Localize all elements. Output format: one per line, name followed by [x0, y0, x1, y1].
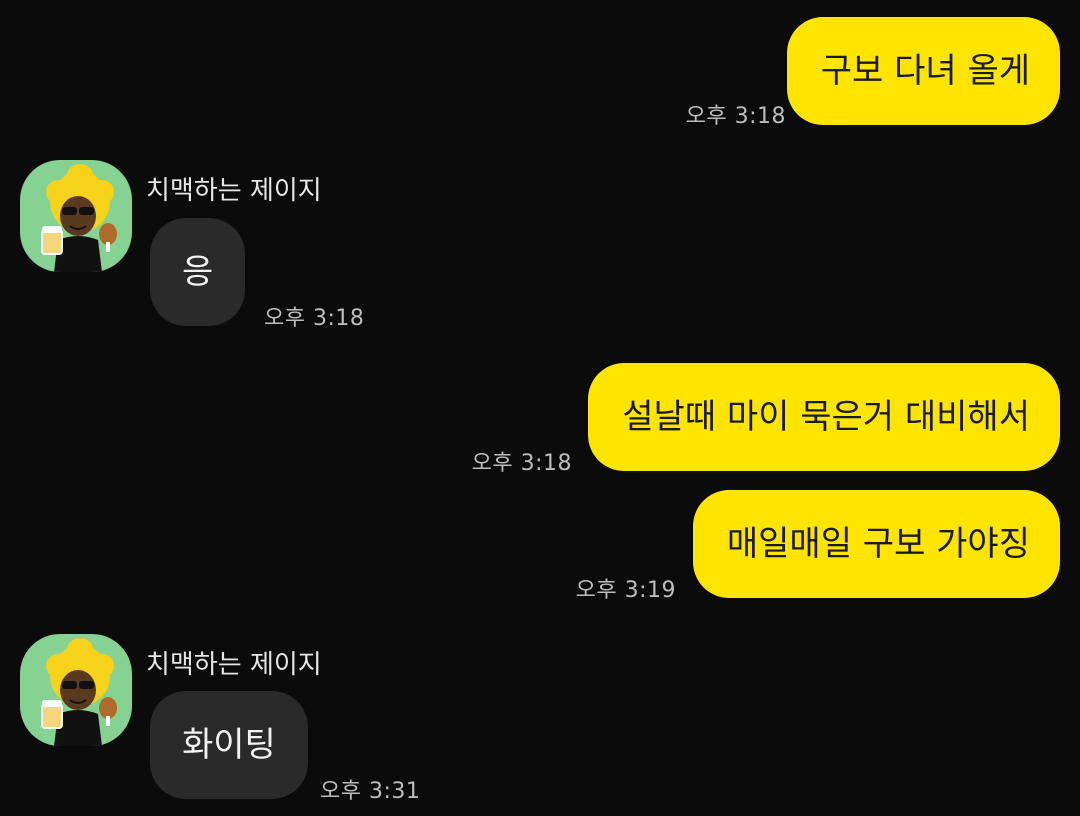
message-incoming: 응	[150, 218, 246, 326]
sender-avatar[interactable]	[20, 160, 132, 272]
sender-name: 치맥하는 제이지	[146, 650, 322, 680]
sender-avatar[interactable]	[20, 634, 132, 746]
message-text: 화이팅	[182, 725, 276, 765]
message-timestamp: 오후 3:18	[264, 306, 365, 331]
message-text: 매일매일 구보 가야징	[726, 524, 1030, 564]
sender-name: 치맥하는 제이지	[146, 176, 322, 206]
message-text: 구보 다녀 올게	[820, 51, 1030, 91]
message-timestamp: 오후 3:18	[471, 451, 572, 476]
message-bubble[interactable]: 구보 다녀 올게	[786, 17, 1060, 125]
message-bubble[interactable]: 응	[150, 218, 246, 326]
message-text: 응	[182, 252, 214, 292]
message-outgoing: 구보 다녀 올게	[786, 17, 1060, 125]
message-incoming: 화이팅	[150, 691, 308, 799]
jayg-avatar-icon	[41, 164, 117, 272]
message-text: 설날때 마이 묵은거 대비해서	[622, 397, 1030, 437]
message-bubble[interactable]: 설날때 마이 묵은거 대비해서	[588, 363, 1060, 471]
message-bubble[interactable]: 화이팅	[150, 691, 308, 799]
jayg-avatar-icon	[41, 638, 117, 746]
message-timestamp: 오후 3:31	[320, 779, 421, 804]
message-timestamp: 오후 3:19	[575, 578, 676, 603]
message-bubble[interactable]: 매일매일 구보 가야징	[692, 490, 1060, 598]
message-outgoing: 설날때 마이 묵은거 대비해서	[588, 363, 1060, 471]
message-timestamp: 오후 3:18	[685, 104, 786, 129]
message-outgoing: 매일매일 구보 가야징	[692, 490, 1060, 598]
